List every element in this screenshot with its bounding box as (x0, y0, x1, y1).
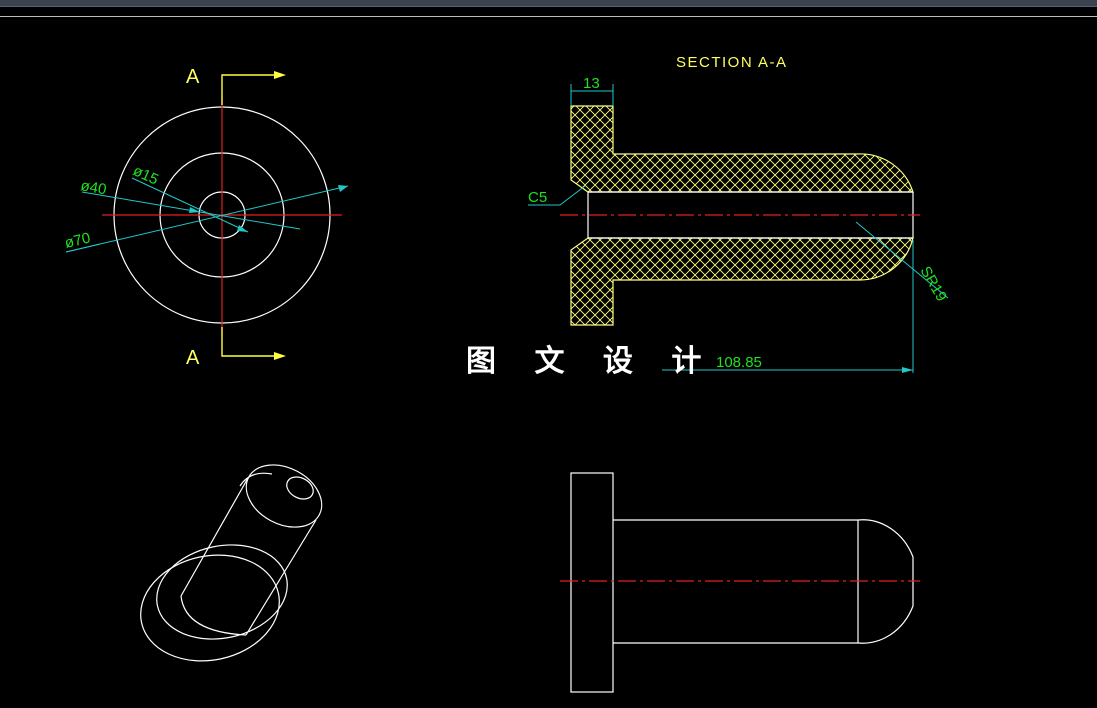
watermark-text: 图 文 设 计 (466, 344, 716, 379)
dim-text-chamfer: C5 (528, 189, 547, 206)
bore-opening (286, 476, 314, 500)
flange-top-ellipse (156, 544, 288, 640)
isometric-view[interactable] (131, 452, 333, 673)
d40-arrow (189, 207, 200, 213)
section-mark-bottom (221, 327, 278, 357)
section-letter-top: A (186, 66, 200, 88)
section-lower-hatch (570, 237, 914, 326)
d70-arrow (338, 185, 348, 192)
side-flange (570, 472, 614, 693)
section-arrow-top (274, 71, 286, 79)
section-arrow-bottom (274, 352, 286, 360)
section-title: SECTION A-A (676, 54, 788, 71)
section-mark-top (221, 74, 278, 105)
front-view[interactable]: ø40 ø15 ø70 A A (63, 66, 349, 369)
dim-text-d70: ø70 (63, 230, 92, 252)
section-letter-bottom: A (186, 347, 200, 369)
dim-text-length: 108.85 (716, 354, 762, 371)
dim-text-radius: SR19 (917, 264, 950, 305)
dim-text-d40: ø40 (79, 177, 107, 198)
shaft-base (180, 595, 247, 636)
flange-bottom-ellipse (140, 554, 280, 662)
d70-leader (65, 185, 349, 253)
section-view[interactable]: SECTION A-A 13 C5 SR19 108.85 (528, 54, 950, 373)
side-view[interactable] (560, 472, 920, 693)
dim-text-d15: ø15 (130, 162, 161, 188)
section-upper-hatch (570, 105, 914, 193)
shaft-end-ellipse (245, 464, 323, 528)
length-arrow (902, 367, 913, 373)
dim-text-flange: 13 (583, 75, 600, 92)
